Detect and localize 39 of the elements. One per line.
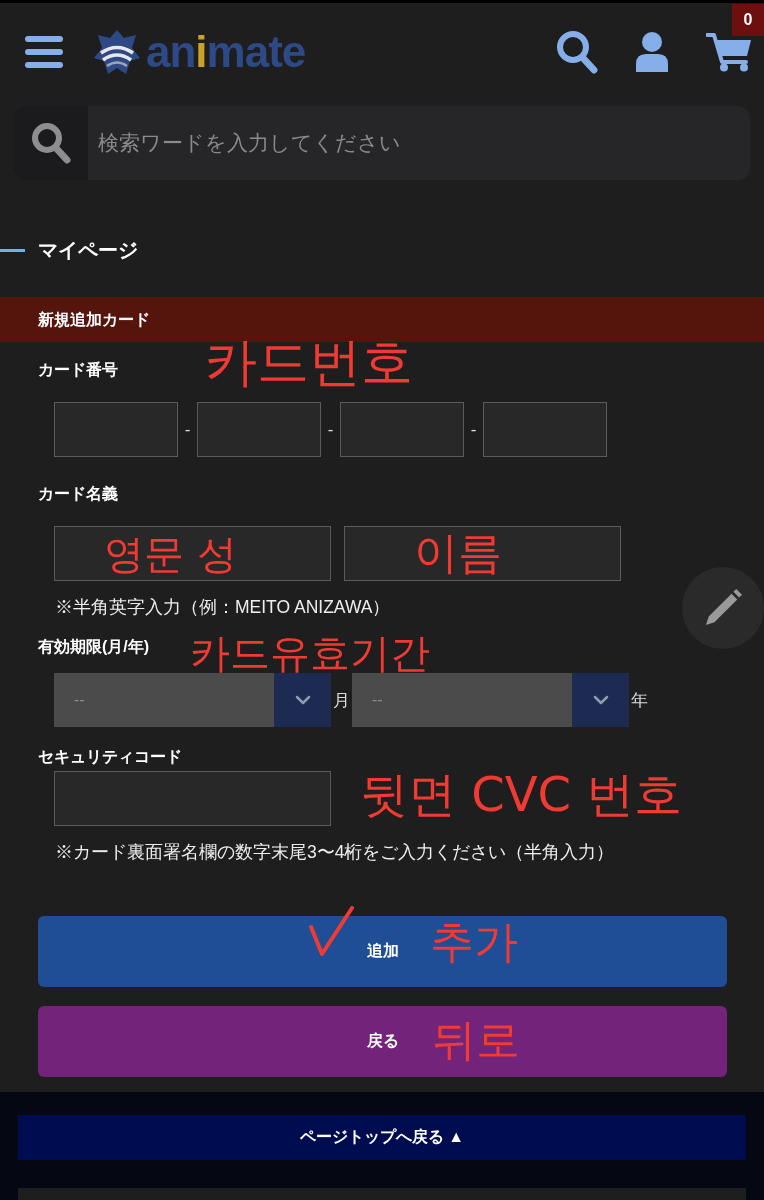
chevron-down-icon — [572, 673, 629, 727]
text-field[interactable] — [340, 402, 464, 457]
handwritten-note: 뒷면 CVC 번호 — [360, 770, 683, 818]
logo-wordmark[interactable]: animate — [146, 29, 306, 74]
text-field[interactable] — [54, 771, 331, 826]
text-field[interactable] — [54, 402, 178, 457]
page-top-button[interactable]: ページトップへ戻る ▲ — [18, 1115, 746, 1160]
user-icon[interactable] — [636, 31, 668, 72]
unit-label: - — [183, 419, 192, 440]
text-field[interactable] — [197, 402, 321, 457]
handwritten-note: 추가 — [430, 920, 518, 964]
unit-label: 月 — [332, 689, 351, 712]
field-hint: ※半角英字入力（例：MEITO ANIZAWA） — [55, 596, 391, 619]
unit-label: 年 — [630, 689, 649, 712]
page-title: マイページ — [38, 238, 138, 263]
handwritten-note: 영문 성 — [104, 534, 237, 574]
handwritten-note: 이름 — [414, 531, 502, 575]
search-field[interactable]: 検索ワードを入力してください — [88, 106, 750, 180]
text-field[interactable] — [483, 402, 607, 457]
cart-icon[interactable] — [706, 31, 752, 72]
check-mark-icon — [308, 905, 354, 957]
handwritten-note: 뒤로 — [432, 1018, 520, 1062]
chevron-down-icon — [274, 673, 331, 727]
pencil-icon — [704, 589, 742, 627]
text-field[interactable] — [54, 526, 331, 581]
field-label: セキュリティコード — [38, 747, 182, 767]
section-header: 新規追加カード — [0, 297, 764, 342]
cart-count-badge: 0 — [732, 4, 764, 36]
search-icon[interactable] — [556, 29, 598, 74]
handwritten-note: 카드유효기간 — [190, 633, 430, 673]
unit-label: - — [469, 419, 478, 440]
field-label: カード名義 — [38, 484, 118, 504]
field-label: 有効期限(月/年) — [38, 637, 150, 657]
search-icon — [31, 122, 71, 164]
text-field[interactable] — [344, 526, 621, 581]
field-hint: ※カード裏面署名欄の数字末尾3〜4桁をご入力ください（半角入力） — [55, 841, 615, 864]
field-label: カード番号 — [38, 360, 118, 380]
menu-icon[interactable] — [25, 35, 63, 68]
unit-label: - — [326, 419, 335, 440]
